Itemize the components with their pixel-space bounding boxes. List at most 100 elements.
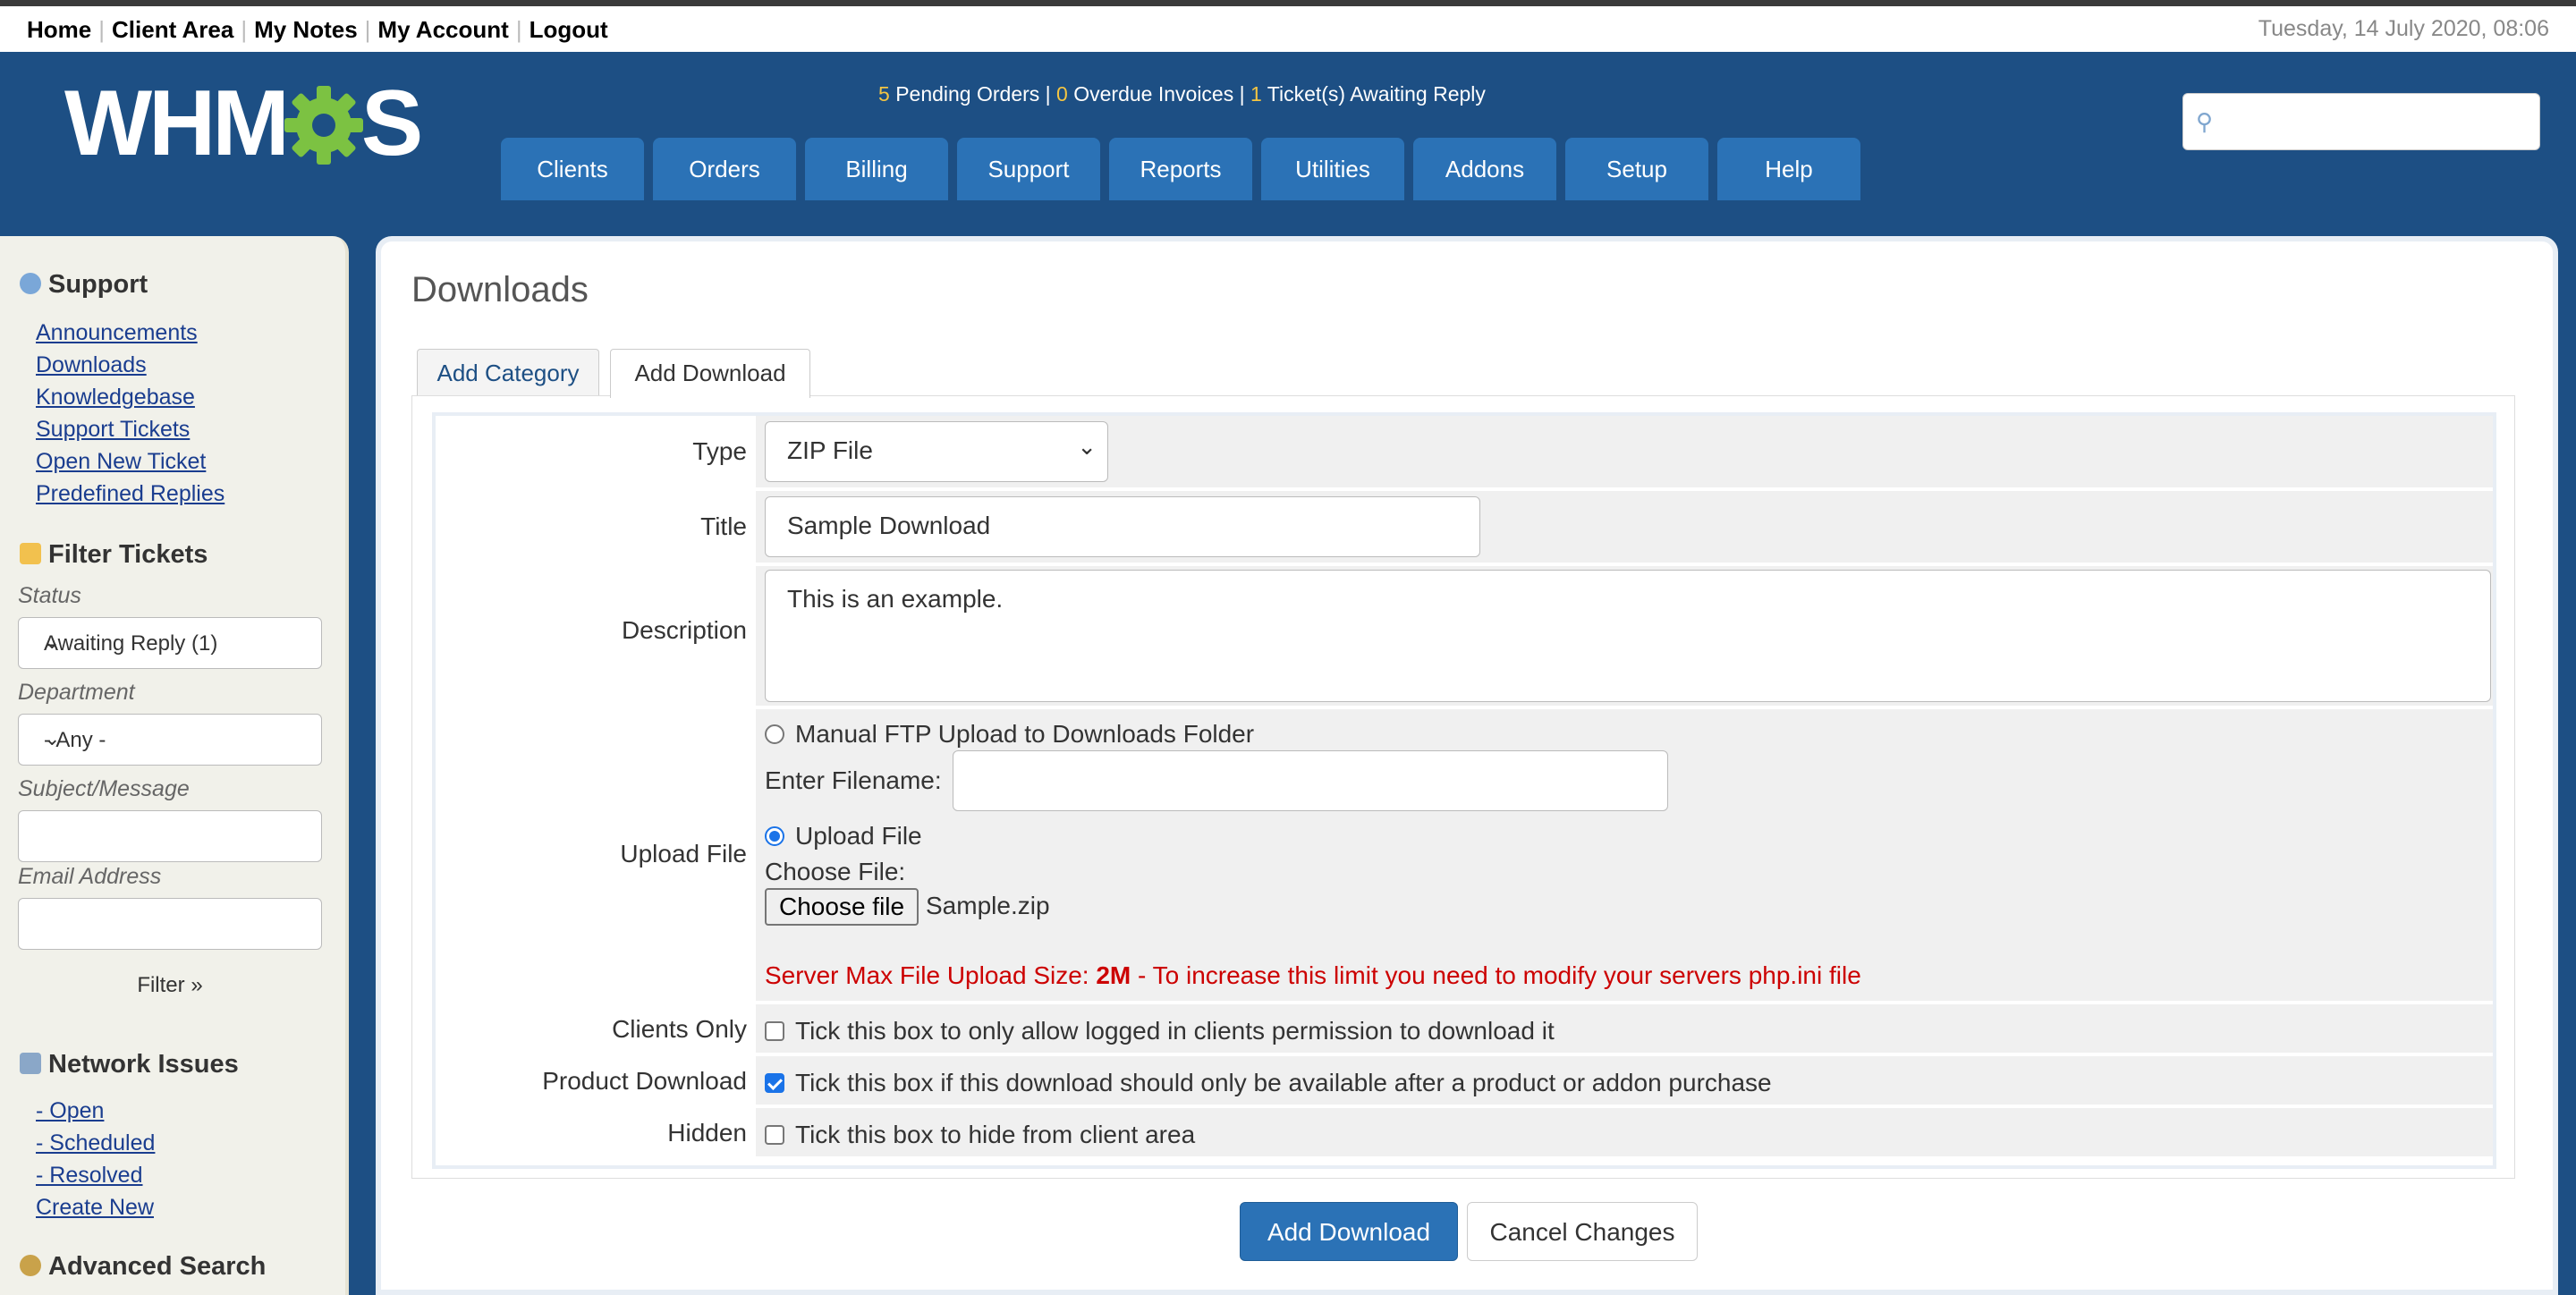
department-label: Department	[18, 680, 135, 705]
email-label: Email Address	[18, 864, 162, 889]
whmcs-logo[interactable]: WHM S	[64, 77, 423, 170]
chevron-down-icon: ⌄	[44, 727, 61, 749]
nav-tab-help[interactable]: Help	[1717, 138, 1860, 200]
subject-label: Subject/Message	[18, 776, 190, 801]
sidebar-link-announcements[interactable]: Announcements	[36, 317, 225, 349]
manual-ftp-option[interactable]: Manual FTP Upload to Downloads Folder	[765, 718, 1254, 749]
add-download-form: Type ZIP File ⌄ Title Sample Download De…	[432, 412, 2496, 1169]
sidebar-link-knowledgebase[interactable]: Knowledgebase	[36, 381, 225, 413]
sidebar-link-support-tickets[interactable]: Support Tickets	[36, 413, 225, 445]
department-select[interactable]: - Any - ⌄	[18, 714, 322, 766]
clients-only-row: Clients Only Tick this box to only allow…	[436, 1004, 2493, 1053]
sidebar-link-predefined-replies[interactable]: Predefined Replies	[36, 478, 225, 510]
sidebar: Support Announcements Downloads Knowledg…	[0, 236, 349, 1295]
nav-tab-addons[interactable]: Addons	[1413, 138, 1556, 200]
tab-add-category[interactable]: Add Category	[417, 349, 599, 396]
top-link-client-area[interactable]: Client Area	[112, 16, 233, 43]
chosen-file-name: Sample.zip	[926, 892, 1050, 919]
hidden-row: Hidden Tick this box to hide from client…	[436, 1108, 2493, 1156]
main-content: Downloads Add Category Add Download Type…	[376, 236, 2558, 1295]
status-label: Status	[18, 583, 81, 608]
tickets-awaiting-count[interactable]: 1	[1250, 82, 1262, 106]
network-link-scheduled[interactable]: - Scheduled	[36, 1127, 155, 1159]
hidden-label: Hidden	[667, 1119, 747, 1147]
tab-add-download[interactable]: Add Download	[610, 349, 810, 398]
clients-only-option[interactable]: Tick this box to only allow logged in cl…	[765, 1015, 1555, 1045]
header-subbar	[0, 200, 2576, 220]
upload-file-option[interactable]: Upload File	[765, 820, 922, 851]
search-input[interactable]: ⚲	[2182, 93, 2540, 150]
sidebar-link-open-new-ticket[interactable]: Open New Ticket	[36, 445, 225, 478]
status-select[interactable]: Awaiting Reply (1) ⌄	[18, 617, 322, 669]
max-upload-size: 2M	[1096, 961, 1131, 989]
choose-file-label: Choose File:	[765, 858, 906, 885]
subject-input[interactable]	[18, 810, 322, 862]
network-link-create-new[interactable]: Create New	[36, 1191, 155, 1223]
type-row: Type ZIP File ⌄	[436, 416, 2493, 487]
product-download-checkbox[interactable]	[765, 1072, 784, 1093]
nav-tab-utilities[interactable]: Utilities	[1261, 138, 1404, 200]
support-links: Announcements Downloads Knowledgebase Su…	[36, 317, 225, 510]
upload-file-row: Upload File Manual FTP Upload to Downloa…	[436, 709, 2493, 1001]
overdue-invoices-label[interactable]: Overdue Invoices |	[1073, 82, 1244, 106]
upload-file-radio[interactable]	[765, 825, 784, 846]
current-date: Tuesday, 14 July 2020, 08:06	[2258, 16, 2549, 41]
filter-tickets-heading: Filter Tickets	[20, 540, 208, 570]
pending-orders-label[interactable]: Pending Orders |	[895, 82, 1050, 106]
cancel-changes-button[interactable]: Cancel Changes	[1467, 1202, 1698, 1261]
help-icon	[20, 273, 41, 294]
nav-tab-orders[interactable]: Orders	[653, 138, 796, 200]
description-row: Description This is an example.	[436, 566, 2493, 706]
top-link-logout[interactable]: Logout	[530, 16, 608, 43]
top-bar: Home | Client Area | My Notes | My Account | Log…	[0, 6, 2576, 53]
clients-only-label: Clients Only	[612, 1015, 747, 1043]
choose-file-button[interactable]: Choose file	[765, 888, 919, 926]
filename-input[interactable]	[953, 750, 1668, 811]
manual-ftp-radio[interactable]	[765, 724, 784, 744]
network-link-resolved[interactable]: - Resolved	[36, 1159, 155, 1191]
top-edge	[0, 0, 2576, 6]
chevron-down-icon: ⌄	[1077, 433, 1097, 460]
network-links: - Open - Scheduled - Resolved Create New	[36, 1095, 155, 1223]
description-label: Description	[621, 616, 747, 644]
network-link-open[interactable]: - Open	[36, 1095, 155, 1127]
header-stats: 5 Pending Orders | 0 Overdue Invoices | …	[878, 82, 1486, 106]
folder-icon	[20, 543, 41, 564]
search-icon: ⚲	[2196, 108, 2214, 135]
type-select[interactable]: ZIP File ⌄	[765, 421, 1108, 482]
tickets-awaiting-label[interactable]: Ticket(s) Awaiting Reply	[1267, 82, 1486, 106]
nav-tab-clients[interactable]: Clients	[501, 138, 644, 200]
product-download-row: Product Download Tick this box if this d…	[436, 1056, 2493, 1105]
page-title: Downloads	[411, 270, 589, 309]
support-heading: Support	[20, 270, 148, 300]
advanced-search-heading: Advanced Search	[20, 1252, 266, 1282]
product-download-option[interactable]: Tick this box if this download should on…	[765, 1067, 1772, 1097]
upload-file-label: Upload File	[620, 840, 747, 868]
gear-icon	[284, 86, 363, 165]
hidden-option[interactable]: Tick this box to hide from client area	[765, 1119, 1195, 1149]
title-label: Title	[700, 512, 747, 540]
type-label: Type	[692, 437, 747, 465]
nav-tab-billing[interactable]: Billing	[805, 138, 948, 200]
nav-tab-reports[interactable]: Reports	[1109, 138, 1252, 200]
top-link-my-notes[interactable]: My Notes	[254, 16, 358, 43]
max-upload-warning: Server Max File Upload Size: 2M - To inc…	[765, 961, 1861, 989]
description-textarea[interactable]: This is an example.	[765, 570, 2491, 702]
top-link-my-account[interactable]: My Account	[377, 16, 508, 43]
nav-tab-setup[interactable]: Setup	[1565, 138, 1708, 200]
overdue-invoices-count[interactable]: 0	[1056, 82, 1068, 106]
title-input[interactable]: Sample Download	[765, 496, 1480, 557]
add-download-button[interactable]: Add Download	[1240, 1202, 1458, 1261]
nav-tab-support[interactable]: Support	[957, 138, 1100, 200]
email-input[interactable]	[18, 898, 322, 950]
top-link-home[interactable]: Home	[27, 16, 91, 43]
top-links: Home | Client Area | My Notes | My Account | Log…	[27, 16, 608, 43]
header: WHM S 5 Pending Orders | 0 Overdue Invoi…	[0, 52, 2576, 200]
hidden-checkbox[interactable]	[765, 1124, 784, 1145]
filter-button[interactable]: Filter »	[18, 973, 322, 998]
sidebar-link-downloads[interactable]: Downloads	[36, 349, 225, 381]
clients-only-checkbox[interactable]	[765, 1020, 784, 1041]
chevron-down-icon: ⌄	[44, 631, 61, 653]
pending-orders-count[interactable]: 5	[878, 82, 890, 106]
filename-label: Enter Filename:	[765, 766, 942, 794]
